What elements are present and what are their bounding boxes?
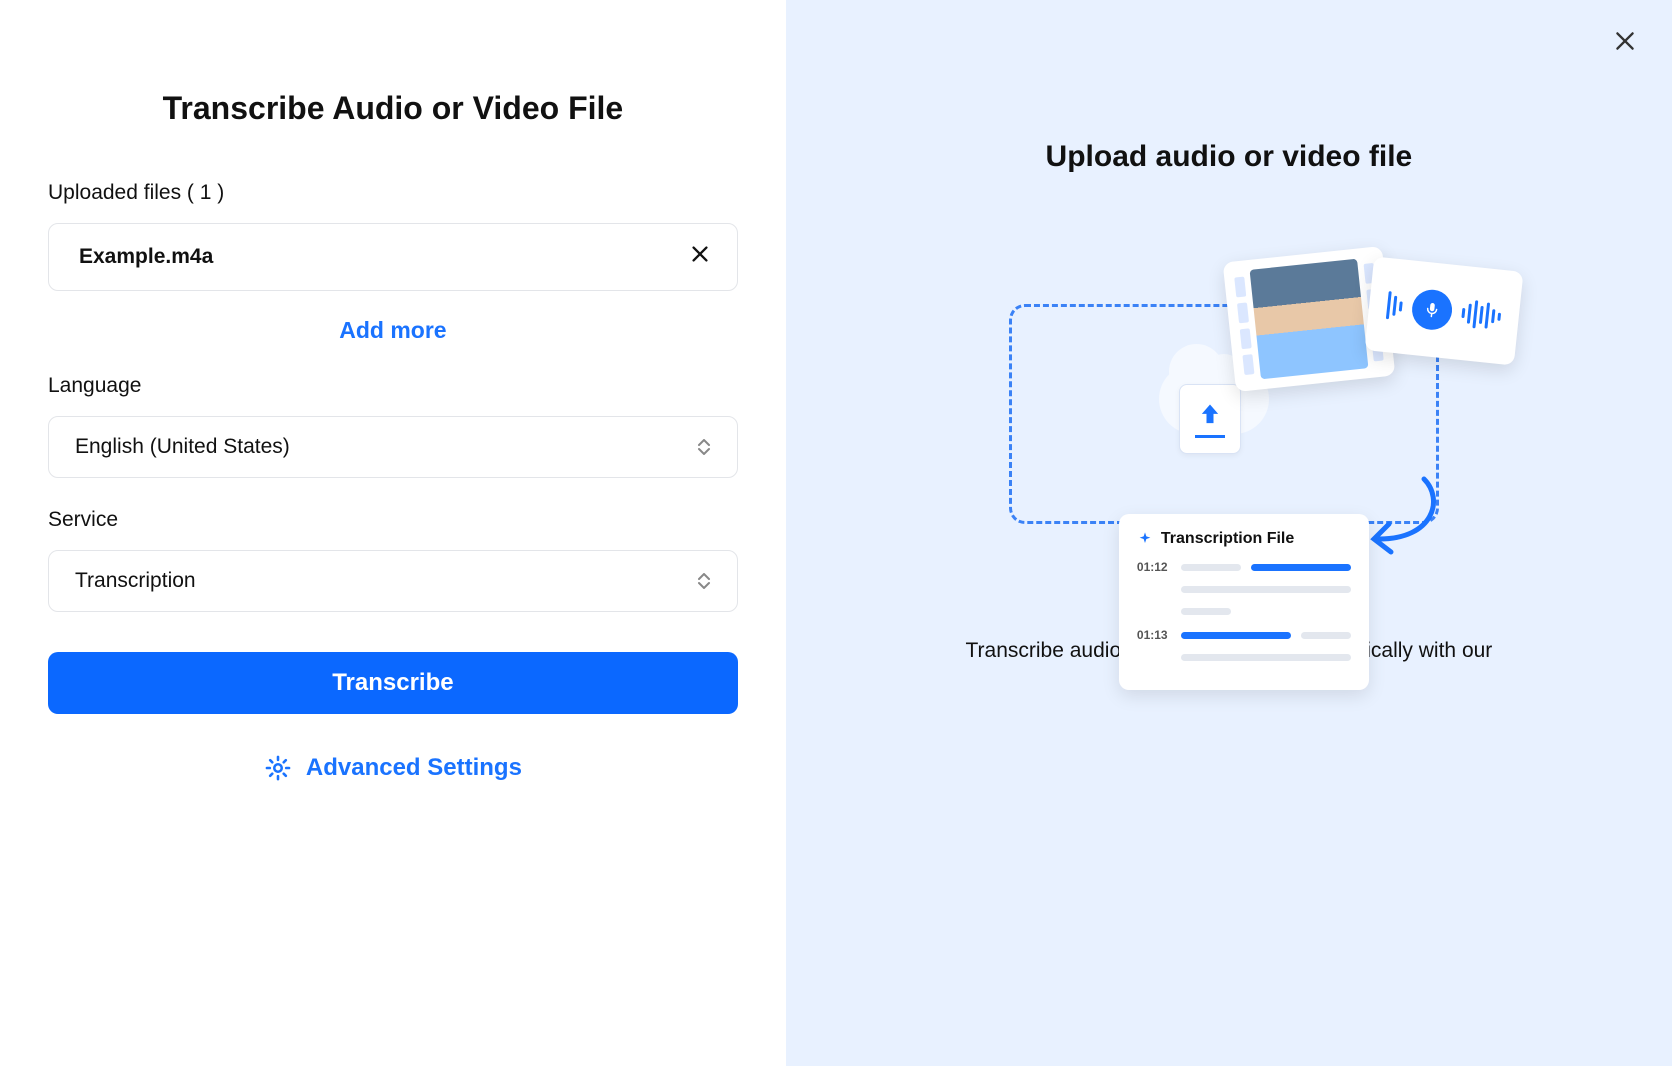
chevrons-icon [697, 439, 711, 455]
remove-file-button[interactable] [689, 243, 711, 271]
uploaded-file-row: Example.m4a [48, 223, 738, 291]
curved-arrow-icon [1359, 474, 1449, 564]
video-thumbnail [1249, 259, 1368, 380]
right-panel: Upload audio or video file Tran [786, 0, 1672, 1066]
timestamp-1: 01:12 [1137, 560, 1171, 574]
transcription-card: Transcription File 01:12 -- -- 01:13 -- [1119, 514, 1369, 690]
upload-card-icon [1179, 384, 1241, 454]
service-select[interactable]: Transcription [48, 550, 738, 612]
left-panel: Transcribe Audio or Video File Uploaded … [0, 0, 786, 1066]
uploaded-files-label: Uploaded files ( 1 ) [48, 181, 738, 205]
audio-card-icon [1364, 256, 1523, 365]
transcribe-button[interactable]: Transcribe [48, 652, 738, 714]
right-heading: Upload audio or video file [1046, 140, 1413, 174]
uploaded-file-name: Example.m4a [79, 245, 213, 269]
close-dialog-button[interactable] [1612, 28, 1638, 59]
chevrons-icon [697, 573, 711, 589]
transcription-card-title: Transcription File [1161, 530, 1294, 548]
add-more-button[interactable]: Add more [48, 317, 738, 344]
page-title: Transcribe Audio or Video File [48, 90, 738, 127]
timestamp-2: 01:13 [1137, 628, 1171, 642]
upload-illustration: Transcription File 01:12 -- -- 01:13 -- [1009, 234, 1449, 594]
language-label: Language [48, 374, 738, 398]
service-value: Transcription [75, 569, 196, 593]
sparkle-icon [1137, 531, 1153, 547]
advanced-settings-label: Advanced Settings [306, 754, 522, 782]
upload-arrow-icon [1196, 401, 1224, 429]
close-icon [689, 243, 711, 265]
close-icon [1612, 28, 1638, 54]
gear-icon [264, 754, 292, 782]
language-select[interactable]: English (United States) [48, 416, 738, 478]
service-label: Service [48, 508, 738, 532]
microphone-icon [1410, 288, 1454, 332]
advanced-settings-button[interactable]: Advanced Settings [48, 754, 738, 782]
language-value: English (United States) [75, 435, 290, 459]
